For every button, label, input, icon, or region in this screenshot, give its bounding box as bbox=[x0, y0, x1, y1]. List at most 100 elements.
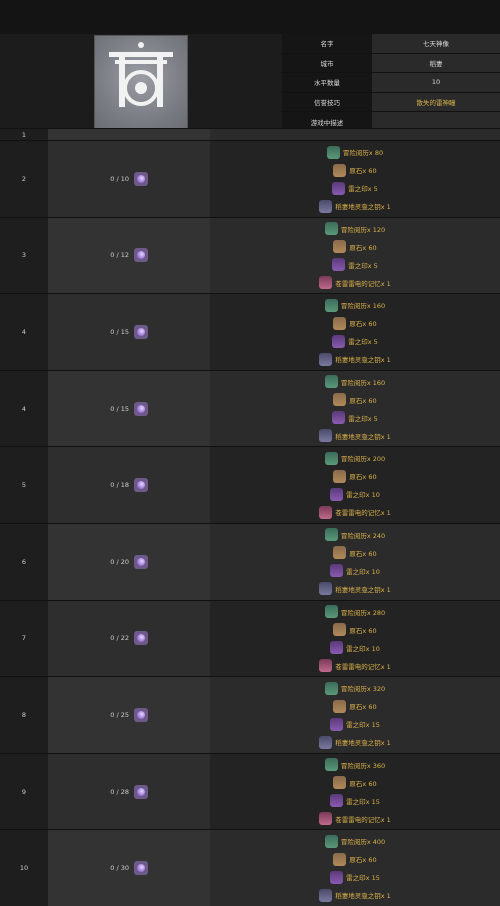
material-item[interactable]: 冒险阅历x 160 bbox=[210, 296, 500, 314]
material-label: 稻妻地灵龛之钥x 1 bbox=[335, 739, 391, 748]
electroculus-icon bbox=[134, 248, 148, 263]
progress-text: 0 / 28 bbox=[110, 787, 129, 796]
material-item[interactable]: 原石x 60 bbox=[210, 391, 500, 409]
materials-cell bbox=[210, 129, 500, 140]
electroculus-icon bbox=[134, 171, 148, 186]
material-item[interactable]: 冒险阅历x 360 bbox=[210, 756, 500, 774]
material-item[interactable]: 稻妻地灵龛之钥x 1 bbox=[210, 350, 500, 368]
exp-icon bbox=[324, 758, 338, 772]
material-label: 稻妻地灵龛之钥x 1 bbox=[335, 356, 391, 365]
ore-icon bbox=[333, 699, 347, 713]
level-rewards-table: 1 2 0 / 10 冒险阅历x 80 原石x 60 雷之印x 5 稻妻地灵龛之钥x 1 3… bbox=[0, 128, 500, 906]
progress-text: 0 / 10 bbox=[110, 174, 129, 183]
info-value: 七天神像 bbox=[372, 34, 500, 53]
statue-emblem-image bbox=[94, 35, 188, 129]
material-item[interactable]: 冒险阅历x 400 bbox=[210, 832, 500, 850]
materials-cell: 冒险阅历x 280 原石x 60 雷之印x 10 苍雷雷电的记忆x 1 bbox=[210, 600, 500, 677]
exp-icon bbox=[324, 605, 338, 619]
material-item[interactable]: 原石x 60 bbox=[210, 467, 500, 485]
ore-icon bbox=[333, 240, 347, 254]
material-label: 苍雷雷电的记忆x 1 bbox=[335, 509, 391, 518]
materials-cell: 冒险阅历x 400 原石x 60 雷之印x 15 稻妻地灵龛之钥x 1 bbox=[210, 830, 500, 906]
electroculus-icon bbox=[134, 401, 148, 416]
material-item[interactable]: 稻妻地灵龛之钥x 1 bbox=[210, 580, 500, 598]
material-label: 冒险阅历x 320 bbox=[340, 685, 386, 694]
material-label: 原石x 60 bbox=[349, 320, 377, 329]
material-item[interactable]: 原石x 60 bbox=[210, 314, 500, 332]
material-item[interactable]: 苍雷雷电的记忆x 1 bbox=[210, 274, 500, 292]
progress-text: 0 / 12 bbox=[110, 251, 129, 260]
progress-text: 0 / 18 bbox=[110, 481, 129, 490]
material-item[interactable]: 苍雷雷电的记忆x 1 bbox=[210, 810, 500, 828]
material-item[interactable]: 原石x 60 bbox=[210, 697, 500, 715]
material-item[interactable]: 雷之印x 10 bbox=[210, 485, 500, 503]
level-cell: 2 bbox=[0, 141, 48, 217]
material-item[interactable]: 雷之印x 5 bbox=[210, 332, 500, 350]
progress-text: 0 / 15 bbox=[110, 404, 129, 413]
mark-icon bbox=[332, 411, 346, 425]
info-label: 城市 bbox=[282, 53, 372, 73]
material-item[interactable]: 稻妻地灵龛之钥x 1 bbox=[210, 197, 500, 215]
material-item[interactable]: 冒险阅历x 160 bbox=[210, 373, 500, 391]
material-item[interactable]: 雷之印x 15 bbox=[210, 868, 500, 886]
material-label: 原石x 60 bbox=[349, 703, 377, 712]
material-label: 原石x 60 bbox=[349, 243, 377, 252]
material-item[interactable]: 雷之印x 10 bbox=[210, 562, 500, 580]
material-item[interactable]: 稻妻地灵龛之钥x 1 bbox=[210, 733, 500, 751]
material-label: 雷之印x 15 bbox=[346, 797, 380, 806]
material-item[interactable]: 原石x 60 bbox=[210, 774, 500, 792]
progress-cell: 0 / 15 bbox=[48, 294, 210, 370]
exp-icon bbox=[324, 222, 338, 236]
table-row: 9 0 / 28 冒险阅历x 360 原石x 60 雷之印x 15 苍雷雷电的记忆x 1 bbox=[0, 752, 500, 830]
info-label: 名字 bbox=[282, 34, 372, 53]
material-item[interactable]: 苍雷雷电的记忆x 1 bbox=[210, 657, 500, 675]
material-item[interactable]: 原石x 60 bbox=[210, 161, 500, 179]
material-label: 苍雷雷电的记忆x 1 bbox=[335, 815, 391, 824]
progress-cell: 0 / 28 bbox=[48, 753, 210, 830]
material-label: 冒险阅历x 400 bbox=[340, 838, 386, 847]
material-item[interactable]: 雷之印x 15 bbox=[210, 792, 500, 810]
material-item[interactable]: 原石x 60 bbox=[210, 544, 500, 562]
material-item[interactable]: 冒险阅历x 200 bbox=[210, 449, 500, 467]
material-item[interactable]: 原石x 60 bbox=[210, 850, 500, 868]
materials-cell: 冒险阅历x 160 原石x 60 雷之印x 5 稻妻地灵龛之钥x 1 bbox=[210, 370, 500, 447]
electroculus-icon bbox=[134, 631, 148, 646]
progress-text: 0 / 30 bbox=[110, 864, 129, 873]
material-item[interactable]: 雷之印x 15 bbox=[210, 715, 500, 733]
material-label: 稻妻地灵龛之钥x 1 bbox=[335, 203, 391, 211]
material-label: 雷之印x 15 bbox=[346, 721, 380, 730]
ore-icon bbox=[333, 393, 347, 407]
level-cell: 6 bbox=[0, 523, 48, 600]
info-row: 信誉技巧 散失的雷神瞳 bbox=[282, 92, 500, 113]
material-item[interactable]: 冒险阅历x 120 bbox=[210, 220, 500, 238]
material-item[interactable]: 雷之印x 5 bbox=[210, 409, 500, 427]
material-item[interactable]: 冒险阅历x 80 bbox=[210, 143, 500, 161]
material-item[interactable]: 原石x 60 bbox=[210, 238, 500, 256]
material-item[interactable]: 雷之印x 10 bbox=[210, 639, 500, 657]
info-label: 信誉技巧 bbox=[282, 92, 372, 112]
materials-cell: 冒险阅历x 320 原石x 60 雷之印x 15 稻妻地灵龛之钥x 1 bbox=[210, 677, 500, 753]
level-cell: 4 bbox=[0, 294, 48, 370]
spec-icon bbox=[319, 199, 333, 213]
material-item[interactable]: 雷之印x 5 bbox=[210, 179, 500, 197]
material-label: 冒险阅历x 160 bbox=[340, 378, 386, 387]
material-label: 原石x 60 bbox=[349, 473, 377, 482]
spec-icon bbox=[319, 888, 333, 902]
material-label: 雷之印x 10 bbox=[346, 644, 380, 653]
material-label: 原石x 60 bbox=[349, 167, 377, 175]
material-item[interactable]: 冒险阅历x 280 bbox=[210, 603, 500, 621]
material-item[interactable]: 冒险阅历x 320 bbox=[210, 679, 500, 697]
material-item[interactable]: 稻妻地灵龛之钥x 1 bbox=[210, 886, 500, 904]
material-item[interactable]: 原石x 60 bbox=[210, 621, 500, 639]
info-row: 城市 稻妻 bbox=[282, 53, 500, 74]
mark-icon bbox=[330, 641, 344, 655]
material-item[interactable]: 雷之印x 5 bbox=[210, 256, 500, 274]
progress-text: 0 / 20 bbox=[110, 557, 129, 566]
material-item[interactable]: 苍雷雷电的记忆x 1 bbox=[210, 503, 500, 521]
material-label: 原石x 60 bbox=[349, 856, 377, 865]
material-item[interactable]: 稻妻地灵龛之钥x 1 bbox=[210, 427, 500, 445]
material-item[interactable]: 冒险阅历x 240 bbox=[210, 526, 500, 544]
level-cell: 10 bbox=[0, 830, 48, 906]
level-cell: 1 bbox=[0, 129, 48, 140]
level-cell: 7 bbox=[0, 600, 48, 677]
